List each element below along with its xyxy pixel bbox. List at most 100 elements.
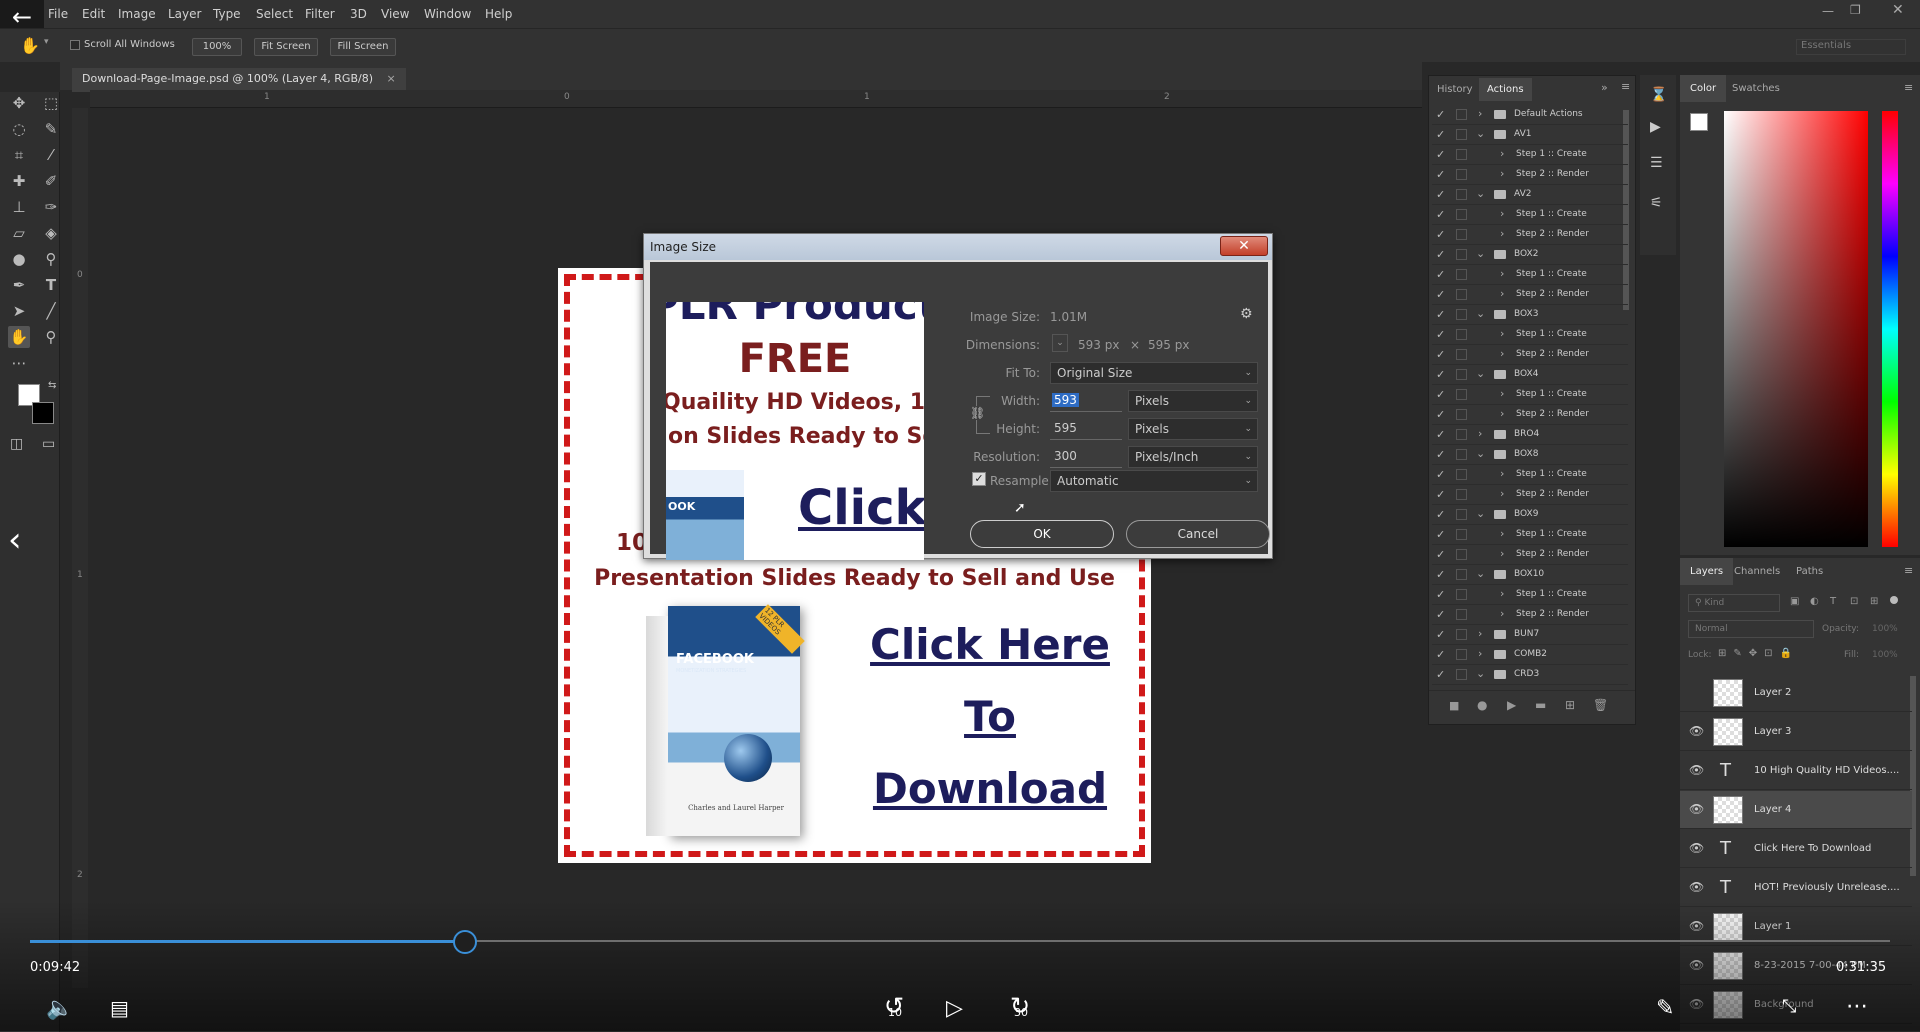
layer-row[interactable]: 👁 T Click Here To Download xyxy=(1680,830,1912,868)
expand-chevron-icon[interactable]: › xyxy=(1500,227,1504,240)
path-select-tool-icon[interactable]: ➤ xyxy=(8,300,30,322)
menu-view[interactable]: View xyxy=(381,7,409,21)
action-toggle-check-icon[interactable]: ✓ xyxy=(1436,468,1445,481)
action-toggle-check-icon[interactable]: ✓ xyxy=(1436,548,1445,561)
play-icon[interactable]: ▷ xyxy=(946,996,963,1021)
actions-panel-icon[interactable]: ▶ xyxy=(1650,119,1661,135)
tab-history[interactable]: History xyxy=(1437,84,1473,95)
layer-filter-kind[interactable]: ⚲ Kind xyxy=(1688,594,1780,612)
history-brush-tool-icon[interactable]: ✑ xyxy=(40,196,62,218)
action-toggle-check-icon[interactable]: ✓ xyxy=(1436,488,1445,501)
settings-gear-icon[interactable]: ⚙ xyxy=(1240,306,1253,322)
resolution-unit-dropdown[interactable]: Pixels/Inch ⌄ xyxy=(1128,446,1258,468)
crop-tool-icon[interactable]: ⌗ xyxy=(8,144,30,166)
action-row[interactable]: ✓ ⌄ BOX8 xyxy=(1432,445,1628,465)
close-tab-icon[interactable]: × xyxy=(386,72,395,85)
collapse-chevron-icon[interactable]: ⌄ xyxy=(1476,447,1485,460)
filter-smart-icon[interactable]: ⊞ xyxy=(1870,596,1878,607)
filter-toggle[interactable] xyxy=(1890,596,1898,604)
action-row[interactable]: ✓ › Step 2 :: Render xyxy=(1432,165,1628,185)
action-row[interactable]: ✓ ⌄ BOX3 xyxy=(1432,305,1628,325)
panel-menu-icon[interactable]: ≡ xyxy=(1621,80,1630,93)
collapse-chevron-icon[interactable]: ⌄ xyxy=(1476,187,1485,200)
width-unit-dropdown[interactable]: Pixels ⌄ xyxy=(1128,390,1258,412)
action-toggle-check-icon[interactable]: ✓ xyxy=(1436,428,1445,441)
menu-3d[interactable]: 3D xyxy=(350,7,367,21)
hue-slider[interactable] xyxy=(1882,111,1898,547)
expand-chevron-icon[interactable]: › xyxy=(1500,327,1504,340)
delete-icon[interactable]: 🗑 xyxy=(1593,698,1608,712)
more-options-icon[interactable]: ⋯ xyxy=(1846,994,1868,1019)
height-input[interactable]: 595 xyxy=(1050,418,1122,440)
menu-type[interactable]: Type xyxy=(213,7,241,21)
expand-chevron-icon[interactable]: › xyxy=(1500,607,1504,620)
action-toggle-check-icon[interactable]: ✓ xyxy=(1436,388,1445,401)
tab-paths[interactable]: Paths xyxy=(1796,566,1823,577)
fill-screen-button[interactable]: Fill Screen xyxy=(330,38,396,56)
dialog-toggle-box[interactable] xyxy=(1456,469,1467,480)
pen-tool-icon[interactable]: ✒ xyxy=(8,274,30,296)
tab-channels[interactable]: Channels xyxy=(1734,566,1780,577)
dialog-toggle-box[interactable] xyxy=(1456,409,1467,420)
resample-dropdown[interactable]: Automatic ⌄ xyxy=(1050,470,1258,492)
filter-type-icon[interactable]: T xyxy=(1830,596,1836,607)
play-icon[interactable]: ▶ xyxy=(1507,698,1516,712)
action-toggle-check-icon[interactable]: ✓ xyxy=(1436,328,1445,341)
action-row[interactable]: ✓ › Step 2 :: Render xyxy=(1432,605,1628,625)
menu-select[interactable]: Select xyxy=(256,7,293,21)
action-row[interactable]: ✓ › Step 2 :: Render xyxy=(1432,545,1628,565)
menu-help[interactable]: Help xyxy=(485,7,512,21)
move-tool-icon[interactable]: ✥ xyxy=(8,92,30,114)
adjustments-panel-icon[interactable]: ⚟ xyxy=(1650,195,1663,211)
panel-collapse-icon[interactable]: » xyxy=(1601,81,1608,94)
dialog-toggle-box[interactable] xyxy=(1456,569,1467,580)
visibility-eye-icon[interactable]: 👁 xyxy=(1689,763,1704,777)
hand-tool-active-icon[interactable]: ✋ xyxy=(8,326,30,348)
swap-colors-icon[interactable]: ⇆ xyxy=(48,380,56,391)
fit-to-dropdown[interactable]: Original Size ⌄ xyxy=(1050,362,1258,384)
filter-image-icon[interactable]: ▣ xyxy=(1790,596,1799,607)
blur-tool-icon[interactable]: ● xyxy=(8,248,30,270)
layer-row[interactable]: 👁 Layer 4 xyxy=(1680,791,1912,829)
action-row[interactable]: ✓ › BRO4 xyxy=(1432,425,1628,445)
panel-menu-icon[interactable]: ≡ xyxy=(1904,564,1913,577)
expand-chevron-icon[interactable]: › xyxy=(1500,207,1504,220)
action-row[interactable]: ✓ › COMB2 xyxy=(1432,645,1628,665)
visibility-eye-icon[interactable]: 👁 xyxy=(1689,841,1704,855)
opacity-value[interactable]: 100% xyxy=(1872,624,1898,634)
quick-select-tool-icon[interactable]: ✎ xyxy=(40,118,62,140)
dialog-toggle-box[interactable] xyxy=(1456,369,1467,380)
collapse-chevron-icon[interactable]: ⌄ xyxy=(1476,127,1485,140)
blend-mode-dropdown[interactable]: Normal xyxy=(1688,620,1814,638)
workspace-switcher[interactable]: Essentials xyxy=(1796,39,1906,55)
action-row[interactable]: ✓ › Step 2 :: Render xyxy=(1432,225,1628,245)
tab-swatches[interactable]: Swatches xyxy=(1732,83,1780,94)
hand-tool-icon[interactable]: ✋ xyxy=(20,36,40,55)
expand-chevron-icon[interactable]: › xyxy=(1478,427,1482,440)
dialog-toggle-box[interactable] xyxy=(1456,209,1467,220)
resolution-input[interactable]: 300 xyxy=(1050,446,1122,468)
eyedropper-tool-icon[interactable]: ⁄ xyxy=(40,144,62,166)
collapse-chevron-icon[interactable]: ⌄ xyxy=(1476,307,1485,320)
filter-shape-icon[interactable]: ⊡ xyxy=(1850,596,1858,607)
expand-chevron-icon[interactable]: › xyxy=(1500,287,1504,300)
eraser-tool-icon[interactable]: ▱ xyxy=(8,222,30,244)
action-row[interactable]: ✓ › Step 1 :: Create xyxy=(1432,145,1628,165)
tab-color[interactable]: Color xyxy=(1680,75,1727,102)
lasso-tool-icon[interactable]: ◌ xyxy=(8,118,30,140)
action-toggle-check-icon[interactable]: ✓ xyxy=(1436,628,1445,641)
dialog-toggle-box[interactable] xyxy=(1456,429,1467,440)
action-row[interactable]: ✓ ⌄ BOX9 xyxy=(1432,505,1628,525)
action-row[interactable]: ✓ › Step 2 :: Render xyxy=(1432,405,1628,425)
volume-icon[interactable]: 🔈 xyxy=(46,996,73,1021)
rewind-10-button[interactable]: ↺ 10 xyxy=(880,992,916,1026)
action-row[interactable]: ✓ ⌄ BOX2 xyxy=(1432,245,1628,265)
action-toggle-check-icon[interactable]: ✓ xyxy=(1436,228,1445,241)
action-row[interactable]: ✓ › Step 2 :: Render xyxy=(1432,345,1628,365)
action-row[interactable]: ✓ › BUN7 xyxy=(1432,625,1628,645)
action-row[interactable]: ✓ › Step 2 :: Render xyxy=(1432,285,1628,305)
marquee-tool-icon[interactable]: ⬚ xyxy=(40,92,62,114)
dialog-toggle-box[interactable] xyxy=(1456,509,1467,520)
dialog-toggle-box[interactable] xyxy=(1456,309,1467,320)
menu-image[interactable]: Image xyxy=(118,7,156,21)
